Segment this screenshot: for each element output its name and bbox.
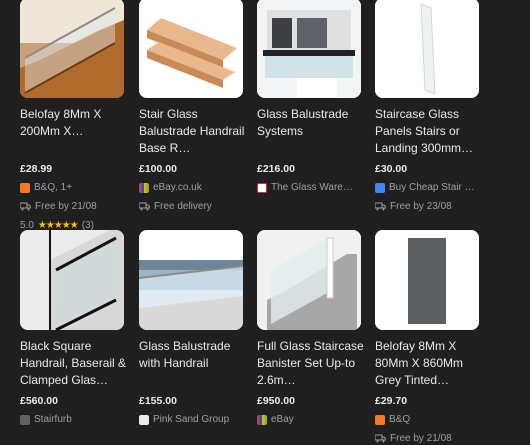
delivery-label: Free by 21/08: [390, 433, 452, 444]
product-price: £28.99: [20, 163, 53, 175]
stairfurb-icon: [20, 414, 30, 425]
product-title[interactable]: Glass Balustrade with Handrail: [139, 338, 249, 389]
store-label: Stairfurb: [34, 414, 72, 425]
white-staircase-icon[interactable]: [257, 230, 361, 330]
product-price: £100.00: [139, 163, 177, 175]
bandq-icon: [20, 182, 30, 193]
delivery-info: Free by 23/08: [375, 200, 479, 213]
product-title[interactable]: Belofay 8Mm X 80Mm X 860Mm Grey Tinted…: [375, 338, 485, 389]
black-handrail-stair-icon[interactable]: [20, 230, 124, 330]
ebay-icon: [257, 414, 267, 425]
glass-balustrade-terrace-icon[interactable]: [139, 230, 243, 330]
glass-panel-icon[interactable]: [375, 0, 479, 98]
store-name: The Glass Ware…: [257, 181, 361, 194]
store-label: B&Q: [389, 414, 411, 425]
product-price: £216.00: [257, 163, 295, 175]
product-title[interactable]: Black Square Handrail, Baserail & Clampe…: [20, 338, 130, 389]
product-price: £30.00: [375, 163, 408, 175]
product-title[interactable]: Glass Balustrade Systems: [257, 106, 367, 157]
truck-icon: [375, 202, 386, 211]
delivery-label: Free by 23/08: [390, 201, 452, 212]
product-card[interactable]: Stair Glass Balustrade Handrail Base R… …: [139, 0, 244, 213]
store-name: B&Q, 1+: [20, 181, 124, 194]
store-name: Pink Sand Group: [139, 413, 243, 426]
truck-icon: [20, 202, 31, 211]
delivery-info: Free by 21/08: [375, 432, 479, 445]
store-name: Buy Cheap Stair …: [375, 181, 479, 194]
store-label: B&Q, 1+: [34, 182, 73, 193]
delivery-info: Free delivery: [139, 200, 243, 213]
product-title[interactable]: Belofay 8Mm X 200Mm X…: [20, 106, 130, 157]
product-card[interactable]: Full Glass Staircase Banister Set Up-to …: [257, 230, 364, 426]
product-title[interactable]: Stair Glass Balustrade Handrail Base R…: [139, 106, 249, 157]
bandq-icon: [375, 414, 385, 425]
store-name: B&Q: [375, 413, 479, 426]
product-price: £560.00: [20, 395, 58, 407]
store-name: eBay: [257, 413, 361, 426]
wooden-handrail-icon[interactable]: [139, 0, 243, 98]
store-label: eBay: [271, 414, 294, 425]
delivery-info: Free by 21/08: [20, 200, 124, 213]
delivery-label: Free delivery: [154, 201, 212, 212]
buy-cheap-stair-icon: [375, 182, 385, 193]
store-name: eBay.co.uk: [139, 181, 243, 194]
glass-balcony-icon[interactable]: [257, 0, 361, 98]
truck-icon: [139, 202, 150, 211]
product-title[interactable]: Full Glass Staircase Banister Set Up-to …: [257, 338, 367, 389]
glass-staircase-wood-icon[interactable]: [20, 0, 124, 98]
product-price: £29.70: [375, 395, 408, 407]
product-card[interactable]: Belofay 8Mm X 200Mm X… £28.99 B&Q, 1+ Fr…: [20, 0, 124, 232]
product-card[interactable]: Black Square Handrail, Baserail & Clampe…: [20, 230, 126, 426]
store-label: The Glass Ware…: [271, 182, 353, 193]
product-card[interactable]: Glass Balustrade with Handrail £155.00 P…: [139, 230, 243, 426]
grey-tinted-glass-icon[interactable]: [375, 230, 479, 330]
product-card[interactable]: Glass Balustrade Systems £216.00 The Gla…: [257, 0, 361, 194]
store-name: Stairfurb: [20, 413, 124, 426]
pink-sand-group-icon: [139, 414, 149, 425]
product-price: £950.00: [257, 395, 295, 407]
product-price: £155.00: [139, 395, 177, 407]
product-card[interactable]: Staircase Glass Panels Stairs or Landing…: [375, 0, 479, 213]
product-card[interactable]: Belofay 8Mm X 80Mm X 860Mm Grey Tinted… …: [375, 230, 479, 445]
store-label: Pink Sand Group: [153, 414, 230, 425]
delivery-label: Free by 21/08: [35, 201, 97, 212]
product-title[interactable]: Staircase Glass Panels Stairs or Landing…: [375, 106, 485, 157]
store-label: eBay.co.uk: [153, 182, 202, 193]
store-label: Buy Cheap Stair …: [389, 182, 475, 193]
glass-warehouse-icon: [257, 182, 267, 193]
ebay-icon: [139, 182, 149, 193]
